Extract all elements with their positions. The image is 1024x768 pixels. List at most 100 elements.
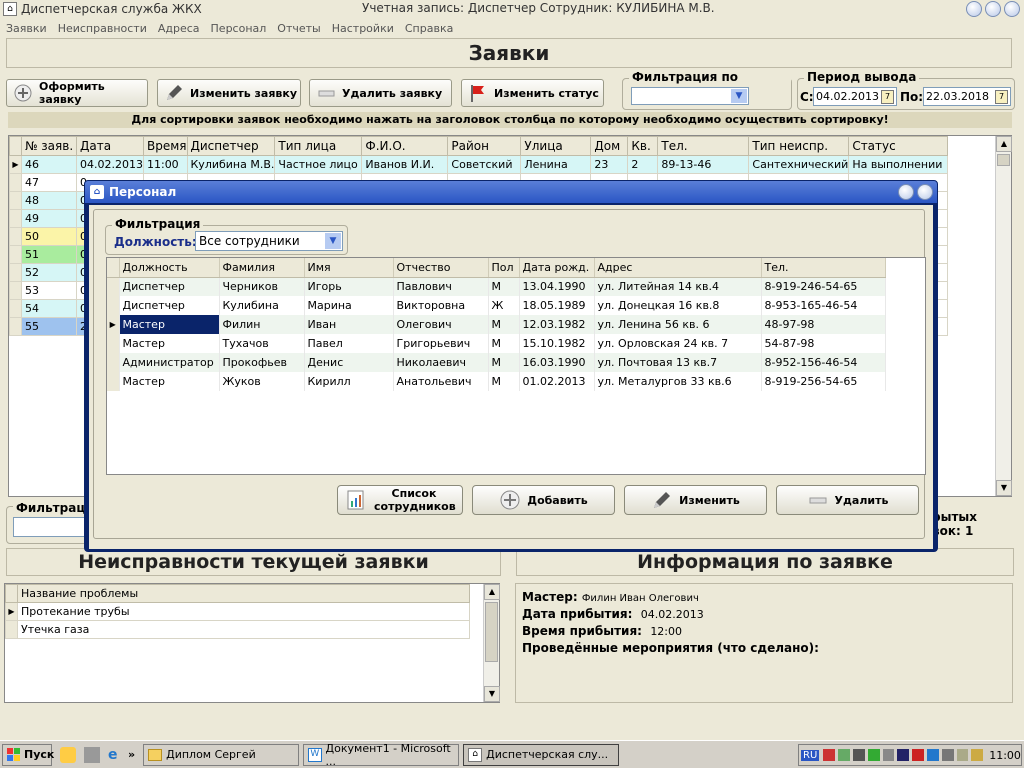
tray-icon[interactable] (941, 749, 954, 761)
menu-staff[interactable]: Персонал (211, 22, 267, 35)
scroll-thumb[interactable] (997, 154, 1010, 166)
maximize-button[interactable] (985, 1, 1001, 17)
delete-staff-button[interactable]: Удалить (776, 485, 919, 515)
column-header[interactable]: Тип неиспр. (748, 136, 850, 156)
tray-icon[interactable] (867, 749, 880, 761)
create-request-button[interactable]: Оформить заявку (6, 79, 148, 107)
column-header[interactable]: Дом (590, 136, 629, 156)
table-cell: Тухачов (219, 334, 305, 353)
scroll-up-arrow-icon[interactable]: ▲ (484, 584, 500, 600)
quicklaunch-more-icon[interactable]: » (128, 748, 135, 761)
menu-faults[interactable]: Неисправности (58, 22, 147, 35)
menu-addresses[interactable]: Адреса (158, 22, 200, 35)
close-button[interactable] (1004, 1, 1020, 17)
arrival-date-value: 04.02.2013 (640, 608, 704, 621)
quicklaunch-icon[interactable] (60, 746, 76, 763)
table-row[interactable]: Утечка газа (5, 620, 470, 639)
table-cell: Диспетчер (119, 296, 220, 315)
change-status-button[interactable]: Изменить статус (461, 79, 604, 107)
table-row[interactable]: Мастер Жуков Кирилл Анатольевич М 01.02.2013 у… (107, 372, 886, 391)
faults-column-header[interactable]: Название проблемы (17, 584, 470, 603)
column-header[interactable]: Статус (848, 136, 949, 156)
faults-grid[interactable]: Название проблемы ▶ Протекание трубы Утеч… (4, 583, 500, 703)
tray-icon[interactable] (838, 749, 850, 761)
scroll-down-arrow-icon[interactable]: ▼ (996, 480, 1012, 496)
minimize-button[interactable] (966, 1, 982, 17)
shield-icon[interactable] (912, 749, 924, 761)
chevron-down-icon[interactable]: ▼ (731, 89, 747, 103)
scroll-down-arrow-icon[interactable]: ▼ (484, 686, 500, 702)
menu-zayavki[interactable]: Заявки (6, 22, 47, 35)
show-desktop-icon[interactable] (84, 746, 100, 763)
table-cell: М (488, 277, 520, 296)
column-header[interactable]: Имя (304, 258, 394, 278)
table-row[interactable]: Мастер Тухачов Павел Григорьевич М 15.10.1982… (107, 334, 886, 353)
language-indicator[interactable]: RU (801, 749, 820, 761)
tray-icon[interactable] (823, 749, 836, 761)
column-header[interactable]: Кв. (627, 136, 659, 156)
delete-request-button[interactable]: Удалить заявку (309, 79, 452, 107)
column-header[interactable]: Ф.И.О. (361, 136, 449, 156)
date-to-field[interactable]: 22.03.2018 7 (923, 87, 1011, 106)
dialog-close-button[interactable] (917, 184, 933, 200)
column-header[interactable]: Тел. (657, 136, 750, 156)
column-header[interactable]: Диспетчер (186, 136, 276, 156)
tray-icon[interactable] (897, 749, 910, 761)
column-header[interactable]: Пол (488, 258, 520, 278)
taskbar-item-word[interactable]: W Документ1 - Microsoft ... (303, 742, 460, 768)
staff-list-button[interactable]: Список сотрудников (337, 485, 463, 515)
column-header[interactable]: Дата рожд. (519, 258, 595, 278)
table-row[interactable]: Диспетчер Кулибина Марина Викторовна Ж 18.05.… (107, 296, 886, 315)
column-header[interactable]: Фамилия (219, 258, 305, 278)
menu-settings[interactable]: Настройки (332, 22, 394, 35)
column-header[interactable]: Время (142, 136, 188, 156)
column-header[interactable]: № заяв. (21, 136, 77, 156)
column-header[interactable]: Район (447, 136, 522, 156)
tray-icon[interactable] (926, 749, 939, 761)
speaker-icon[interactable] (852, 749, 865, 761)
column-header[interactable]: Дата (76, 136, 144, 156)
column-header[interactable]: Отчество (393, 258, 489, 278)
edit-staff-button[interactable]: Изменить (624, 485, 767, 515)
row-indicator (107, 296, 120, 315)
table-cell: Черников (219, 277, 305, 296)
dialog-minimize-button[interactable] (898, 184, 914, 200)
requests-scrollbar[interactable]: ▲ ▼ (995, 136, 1012, 496)
calendar-icon[interactable]: 7 (995, 90, 1008, 104)
column-header[interactable]: Тел. (761, 258, 886, 278)
faults-scrollbar[interactable]: ▲ ▼ (483, 584, 500, 702)
date-from-field[interactable]: 04.02.2013 7 (813, 87, 897, 106)
calendar-icon[interactable]: 7 (881, 90, 894, 104)
column-header[interactable]: Должность (119, 258, 220, 278)
tray-icon[interactable] (882, 749, 895, 761)
table-row[interactable]: ▶ Протекание трубы (5, 602, 470, 621)
staff-grid[interactable]: Должность Фамилия Имя Отчество Пол Дата рожд.… (106, 257, 926, 475)
row-pointer-icon: ▶ (9, 155, 22, 174)
table-row[interactable]: ▶ Мастер Филин Иван Олегович М 12.03.1982 ул. Л… (107, 315, 886, 334)
table-row[interactable]: Диспетчер Черников Игорь Павлович М 13.04.199… (107, 277, 886, 296)
menu-help[interactable]: Справка (405, 22, 453, 35)
tray-icon[interactable] (956, 749, 969, 761)
ie-browser-icon[interactable]: e (108, 747, 124, 763)
column-header[interactable]: Адрес (594, 258, 762, 278)
chevron-down-icon[interactable]: ▼ (325, 233, 341, 249)
position-select[interactable]: Все сотрудники ▼ (195, 231, 343, 251)
column-header[interactable]: Улица (520, 136, 592, 156)
add-staff-button[interactable]: Добавить (472, 485, 615, 515)
bottom-filter-field[interactable] (13, 517, 93, 537)
table-row[interactable]: Администратор Прокофьев Денис Николаевич М 16… (107, 353, 886, 372)
start-button[interactable]: Пуск (2, 743, 54, 766)
taskbar-item-diploma[interactable]: Диплом Сергей (143, 743, 300, 766)
edit-request-button[interactable]: Изменить заявку (157, 79, 301, 107)
status-filter-select[interactable]: ▼ (631, 87, 749, 105)
scroll-up-arrow-icon[interactable]: ▲ (996, 136, 1012, 152)
table-cell: Викторовна (393, 296, 489, 315)
table-cell: Николаевич (393, 353, 489, 372)
menu-reports[interactable]: Отчеты (277, 22, 320, 35)
table-row[interactable]: ▶ 46 04.02.2013 11:00 Кулибина М.В. Частное л… (9, 155, 949, 174)
column-header[interactable]: Тип лица (274, 136, 363, 156)
scroll-thumb[interactable] (485, 602, 498, 662)
table-cell: Жуков (219, 372, 305, 391)
taskbar-item-dispatcher[interactable]: ⌂ Диспетчерская слу... (463, 743, 620, 766)
tray-icon[interactable] (971, 749, 984, 761)
